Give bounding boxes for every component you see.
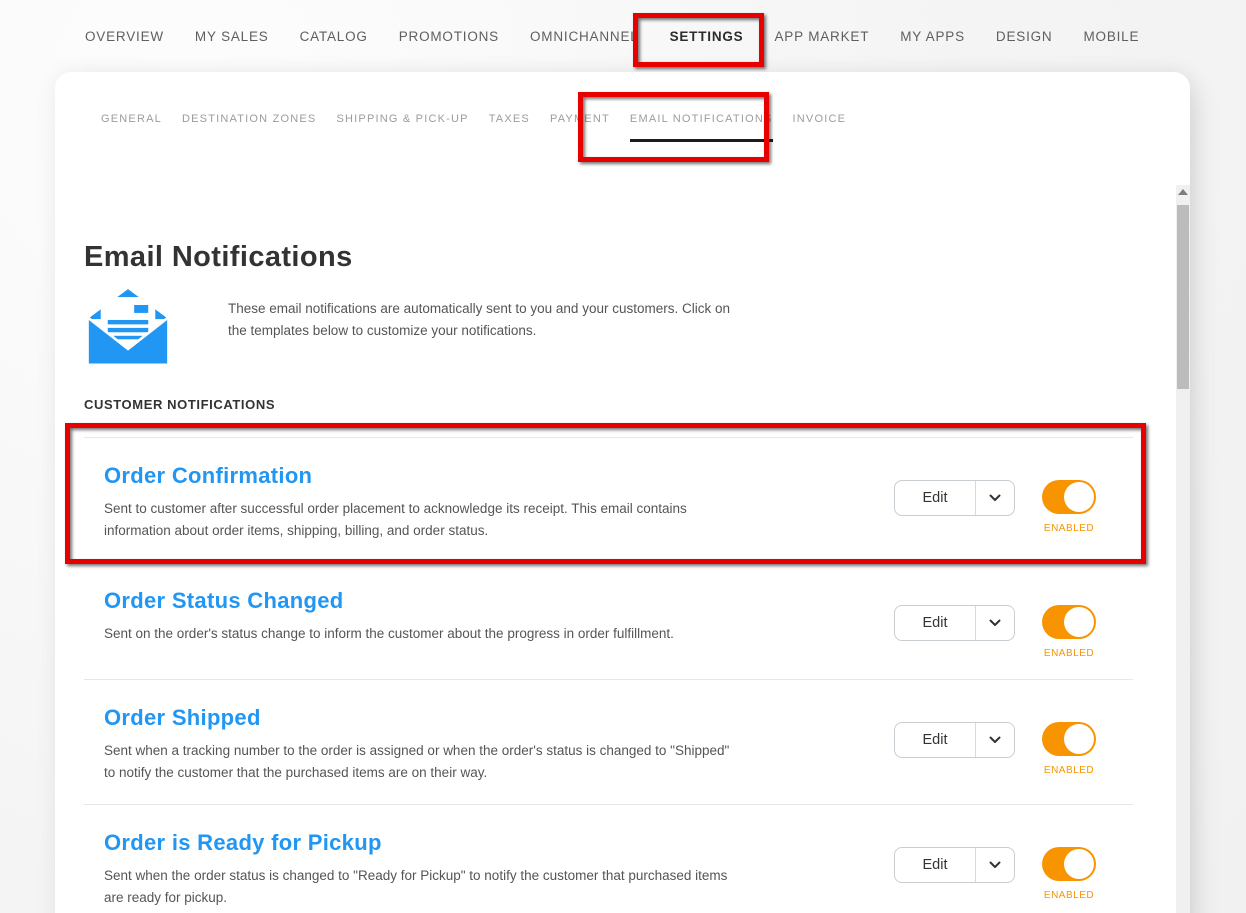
toggle-status-label: ENABLED	[1043, 523, 1095, 534]
notification-description: Sent when the order status is changed to…	[104, 868, 728, 905]
settings-subnav: GENERAL DESTINATION ZONES SHIPPING & PICK-…	[84, 112, 1133, 142]
notification-title-link[interactable]: Order Confirmation	[104, 462, 312, 490]
edit-split-button: Edit	[894, 480, 1015, 516]
toggle-knob	[1064, 607, 1094, 637]
page-description: These email notifications are automatica…	[228, 301, 730, 338]
toggle-knob	[1064, 724, 1094, 754]
notification-title-link[interactable]: Order Shipped	[104, 704, 261, 732]
notification-row: Order Status Changed Sent on the order's…	[84, 563, 1133, 680]
edit-split-button: Edit	[894, 722, 1015, 758]
chevron-down-icon	[989, 494, 1001, 501]
notification-description: Sent when a tracking number to the order…	[104, 743, 730, 780]
notification-description: Sent to customer after successful order …	[104, 501, 687, 538]
subnav-item-shipping-pick-up[interactable]: SHIPPING & PICK-UP	[336, 113, 468, 125]
toggle-knob	[1064, 849, 1094, 879]
edit-button[interactable]: Edit	[895, 481, 975, 515]
top-nav-item-settings[interactable]: SETTINGS	[670, 29, 744, 44]
edit-dropdown-button[interactable]	[975, 848, 1014, 882]
edit-split-button: Edit	[894, 605, 1015, 641]
email-envelope-icon	[84, 287, 172, 367]
subnav-item-destination-zones[interactable]: DESTINATION ZONES	[182, 113, 316, 125]
settings-panel: GENERAL DESTINATION ZONES SHIPPING & PICK-…	[55, 72, 1190, 913]
top-nav-item-design[interactable]: DESIGN	[996, 29, 1053, 44]
enabled-toggle[interactable]	[1042, 605, 1096, 639]
top-nav-item-my-apps[interactable]: MY APPS	[900, 29, 965, 44]
top-nav-item-catalog[interactable]: CATALOG	[300, 29, 368, 44]
subnav-item-taxes[interactable]: TAXES	[489, 113, 530, 125]
top-nav-item-my-sales[interactable]: MY SALES	[195, 29, 269, 44]
vertical-scrollbar[interactable]	[1176, 185, 1190, 913]
enabled-toggle[interactable]	[1042, 480, 1096, 514]
top-nav: OVERVIEW MY SALES CATALOG PROMOTIONS OMNICHA…	[85, 0, 1139, 72]
subnav-item-payment[interactable]: PAYMENT	[550, 113, 610, 125]
page-title: Email Notifications	[84, 241, 353, 273]
notification-title-link[interactable]: Order Status Changed	[104, 587, 343, 615]
edit-button[interactable]: Edit	[895, 848, 975, 882]
chevron-down-icon	[989, 619, 1001, 626]
top-nav-item-mobile[interactable]: MOBILE	[1083, 29, 1139, 44]
edit-dropdown-button[interactable]	[975, 606, 1014, 640]
toggle-status-label: ENABLED	[1043, 648, 1095, 659]
edit-split-button: Edit	[894, 847, 1015, 883]
edit-button[interactable]: Edit	[895, 723, 975, 757]
top-nav-item-app-market[interactable]: APP MARKET	[774, 29, 869, 44]
top-nav-item-omnichannel[interactable]: OMNICHANNEL	[530, 29, 639, 44]
subnav-item-general[interactable]: GENERAL	[101, 113, 162, 125]
edit-dropdown-button[interactable]	[975, 481, 1014, 515]
edit-dropdown-button[interactable]	[975, 723, 1014, 757]
edit-button[interactable]: Edit	[895, 606, 975, 640]
top-nav-item-overview[interactable]: OVERVIEW	[85, 29, 164, 44]
toggle-status-label: ENABLED	[1043, 765, 1095, 776]
notification-title-link[interactable]: Order is Ready for Pickup	[104, 829, 382, 857]
notification-description: Sent on the order's status change to inf…	[104, 626, 674, 641]
scrollbar-thumb[interactable]	[1177, 205, 1189, 389]
notification-row: Order Shipped Sent when a tracking numbe…	[84, 680, 1133, 805]
section-label: CUSTOMER NOTIFICATIONS	[84, 397, 276, 412]
toggle-knob	[1064, 482, 1094, 512]
chevron-down-icon	[989, 736, 1001, 743]
chevron-down-icon	[989, 861, 1001, 868]
subnav-item-invoice[interactable]: INVOICE	[793, 113, 847, 125]
enabled-toggle[interactable]	[1042, 722, 1096, 756]
toggle-status-label: ENABLED	[1043, 890, 1095, 901]
top-nav-item-promotions[interactable]: PROMOTIONS	[399, 29, 499, 44]
subnav-item-email-notifications[interactable]: EMAIL NOTIFICATIONS	[629, 113, 773, 142]
notification-row: Order Confirmation Sent to customer afte…	[84, 438, 1133, 563]
up-arrow-icon[interactable]	[1178, 189, 1188, 195]
notification-list: Order Confirmation Sent to customer afte…	[84, 437, 1133, 913]
notification-row: Order is Ready for Pickup Sent when the …	[84, 805, 1133, 913]
enabled-toggle[interactable]	[1042, 847, 1096, 881]
